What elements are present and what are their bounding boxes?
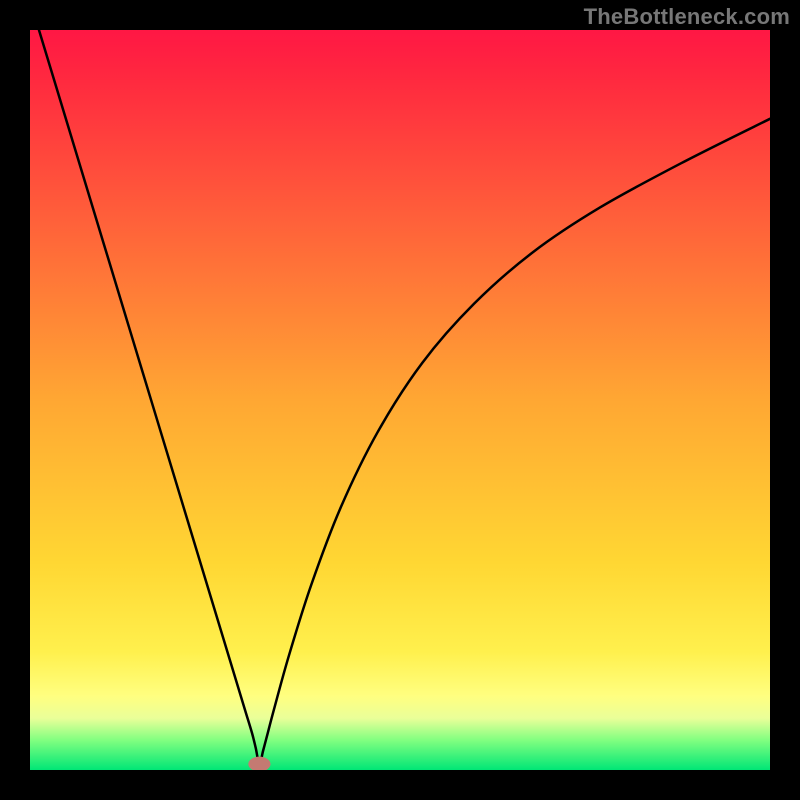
chart-svg [30, 30, 770, 770]
watermark-text: TheBottleneck.com [584, 4, 790, 30]
plot-background [30, 30, 770, 770]
chart-frame [30, 30, 770, 770]
